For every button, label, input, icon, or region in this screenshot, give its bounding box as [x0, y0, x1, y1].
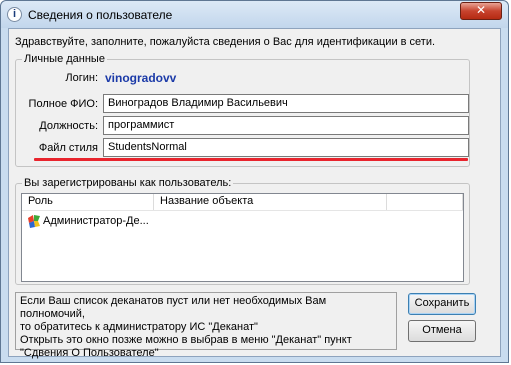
roles-list[interactable]: Роль Название объекта Администратор-Де..… [21, 193, 464, 282]
admin-role-icon [28, 215, 40, 228]
user-info-dialog: i Сведения о пользователе ✕ Здравствуйте… [0, 0, 509, 363]
style-file-field[interactable]: StudentsNormal [103, 138, 469, 157]
title-bar[interactable]: i Сведения о пользователе ✕ [1, 1, 508, 28]
cancel-button[interactable]: Отмена [408, 320, 476, 342]
login-value: vinogradovv [105, 71, 177, 85]
info-line-2: то обратитесь к администратору ИС "Декан… [20, 321, 258, 333]
personal-data-legend: Личные данные [22, 53, 107, 65]
info-line-3: Открыть это окно позже можно в выбрав в … [20, 334, 352, 346]
info-message: Если Ваш список деканатов пуст или нет н… [15, 292, 397, 359]
roles-list-header: Роль Название объекта [22, 194, 463, 211]
role-name: Администратор-Де... [43, 215, 149, 227]
info-line-4: "Сдвения О Пользователе" [20, 347, 159, 359]
window-title: Сведения о пользователе [28, 8, 173, 22]
roles-group: Вы зарегистрированы как пользователь: Ро… [15, 177, 470, 285]
fullname-label: Полное ФИО: [28, 98, 98, 110]
position-label: Должность: [39, 120, 98, 132]
save-button[interactable]: Сохранить [408, 293, 476, 315]
roles-legend: Вы зарегистрированы как пользователь: [22, 177, 234, 189]
column-object-name[interactable]: Название объекта [154, 194, 387, 210]
login-label: Логин: [65, 72, 98, 84]
personal-data-group: Личные данные Логин: vinogradovv Полное … [15, 53, 470, 167]
position-field[interactable]: программист [103, 116, 469, 135]
column-empty[interactable] [387, 194, 463, 210]
info-line-1: Если Ваш список деканатов пуст или нет н… [20, 295, 327, 320]
info-icon: i [7, 7, 22, 22]
column-role[interactable]: Роль [22, 194, 154, 210]
dialog-body: Здравствуйте, заполните, пожалуйста свед… [8, 28, 501, 359]
highlight-underline [34, 158, 468, 161]
fullname-field[interactable]: Виноградов Владимир Васильевич [103, 94, 469, 113]
style-file-label: Файл стиля [38, 142, 98, 154]
close-button[interactable]: ✕ [460, 2, 502, 20]
greeting-text: Здравствуйте, заполните, пожалуйста свед… [15, 36, 436, 48]
